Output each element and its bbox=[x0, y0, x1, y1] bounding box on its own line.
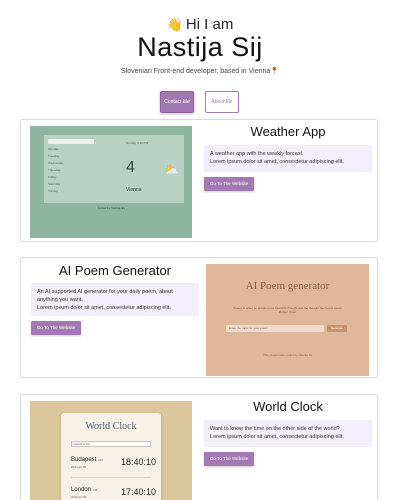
clock-city-time: 17:40:10 bbox=[121, 487, 157, 497]
clock-city-date: 2023-11-08 bbox=[71, 465, 87, 469]
clock-preview-title: World Clock bbox=[85, 421, 137, 432]
poem-preview-footer: This project was coded by Nastija Sij bbox=[263, 353, 312, 357]
poem-preview-image[interactable]: AI Poem generator Poetry is when an emot… bbox=[206, 264, 369, 376]
project-title: Weather App bbox=[250, 124, 326, 139]
greeting: 👋 Hi I am bbox=[0, 16, 400, 33]
project-card-poem: AI Poem Generator An AI supported AI gen… bbox=[20, 257, 378, 378]
project-title: World Clock bbox=[253, 399, 323, 414]
clock-city-label: London bbox=[71, 487, 92, 493]
project-description: Want to know the time on the other side … bbox=[204, 420, 372, 447]
project-card-clock: World Clock Select a city Budapest AM 20… bbox=[20, 394, 378, 500]
clock-city-zone: AM bbox=[92, 488, 98, 492]
poem-preview-quote-author: Robert Frost bbox=[279, 310, 296, 314]
waving-hand-icon: 👋 bbox=[166, 17, 183, 32]
clock-city-time: 18:40:10 bbox=[121, 457, 157, 467]
description-line: Lorem ipsum dolor sit amet, consectetur … bbox=[210, 159, 344, 165]
clock-city-zone: AM bbox=[98, 458, 103, 462]
weather-day-row: Saturday bbox=[48, 182, 61, 186]
clock-website-button[interactable]: Go To The Website bbox=[204, 452, 254, 466]
contact-button[interactable]: Contact Me bbox=[160, 91, 194, 113]
project-description: A weather app with the weekly forcast. L… bbox=[204, 145, 372, 172]
poem-preview-generate-button: Generate bbox=[327, 325, 347, 332]
page-title: Nastija Sij bbox=[137, 32, 263, 62]
clock-preview-image[interactable]: World Clock Select a city Budapest AM 20… bbox=[30, 401, 192, 500]
clock-preview-select: Select a city bbox=[71, 441, 151, 447]
clock-city-label: Budapest bbox=[71, 457, 97, 463]
clock-preview-card: World Clock Select a city Budapest AM 20… bbox=[61, 413, 161, 500]
greeting-text: Hi I am bbox=[185, 16, 234, 33]
weather-day-row: Sunday bbox=[48, 189, 59, 193]
poem-preview-quote: Poetry is when an emotion has found its … bbox=[214, 306, 361, 314]
weather-preview-panel: Monday Tuesday Wednesday Thursday Friday… bbox=[44, 135, 184, 203]
description-line: Lorem ipsum dolor sit amet, consectetur … bbox=[37, 305, 171, 311]
weather-preview-city: Vienna bbox=[126, 187, 142, 193]
clock-city-name: London AM bbox=[71, 487, 97, 493]
divider bbox=[71, 477, 151, 478]
poem-website-button[interactable]: Go To The Website bbox=[31, 321, 81, 335]
clock-city-name: Budapest AM bbox=[71, 457, 103, 463]
weather-website-button[interactable]: Go To The Website bbox=[204, 177, 254, 191]
map-pin-icon: 📍 bbox=[270, 68, 280, 75]
weather-day-row: Wednesday bbox=[48, 161, 64, 165]
weather-day-row: Friday bbox=[48, 175, 57, 179]
project-description: An AI supported AI generator for your da… bbox=[31, 283, 199, 316]
description-line: A weather app with the weekly forcast. bbox=[210, 151, 304, 157]
weather-preview-temperature: 4 bbox=[126, 159, 135, 176]
about-button[interactable]: About Me bbox=[205, 91, 239, 113]
description-line: Lorem ipsum dolor sit amet, consectetur … bbox=[210, 434, 344, 440]
tagline: Slovenian Front-end developer, based in … bbox=[0, 67, 400, 75]
weather-day-row: Monday bbox=[48, 147, 59, 151]
sun-cloud-icon: ⛅ bbox=[164, 163, 179, 177]
weather-preview-image[interactable]: Monday Tuesday Wednesday Thursday Friday… bbox=[30, 126, 192, 238]
project-title: AI Poem Generator bbox=[59, 263, 171, 278]
weather-day-row: Tuesday bbox=[48, 154, 60, 158]
project-card-weather: Monday Tuesday Wednesday Thursday Friday… bbox=[20, 119, 378, 242]
clock-city-date: 2023-11-08 bbox=[71, 495, 87, 499]
poem-preview-title: AI Poem generator bbox=[245, 280, 330, 292]
weather-preview-datetime: Sunday 4:32 PM bbox=[126, 141, 149, 145]
tagline-text: Slovenian Front-end developer, based in … bbox=[120, 68, 271, 75]
poem-preview-input: Enter the topic for your poem bbox=[226, 325, 324, 332]
weather-day-row: Thursday bbox=[48, 168, 61, 172]
weather-preview-footer: Coded by Nastija Sij bbox=[97, 206, 125, 210]
description-line: Want to know the time on the other side … bbox=[210, 426, 340, 432]
description-line: An AI supported AI generator for your da… bbox=[37, 289, 173, 303]
weather-preview-search bbox=[48, 139, 94, 144]
